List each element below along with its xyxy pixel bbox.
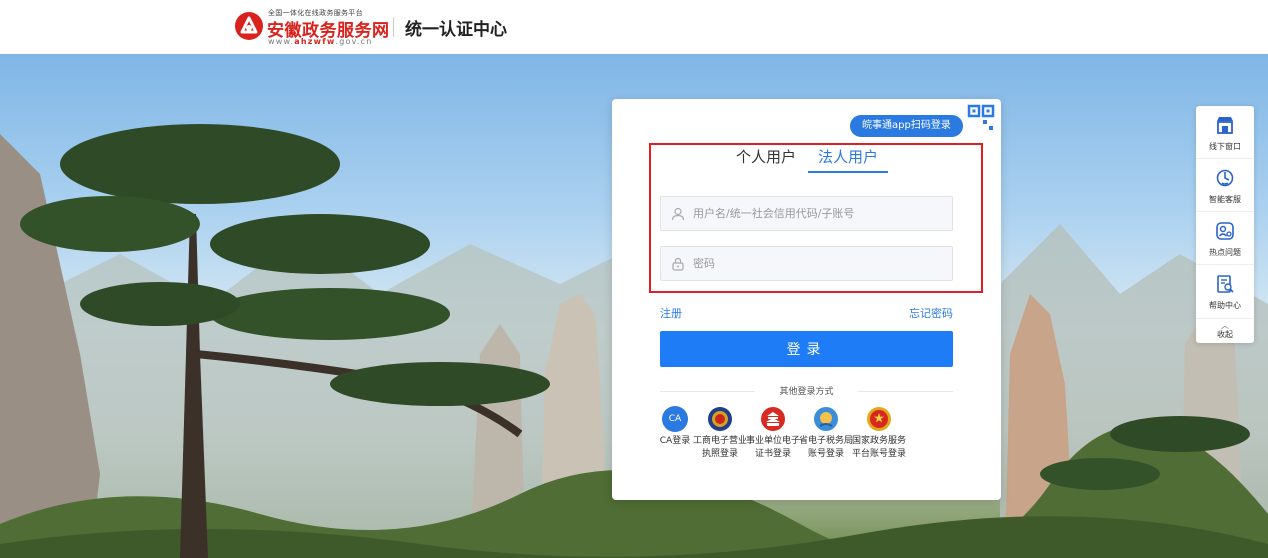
business-license-login-label: 工商电子营业执照登录 bbox=[692, 436, 747, 459]
header-divider bbox=[393, 17, 394, 37]
header: 全国一体化在线政务服务平台 安徽政务服务网 www.ahzwfw.gov.cn … bbox=[0, 0, 1268, 54]
emblem-icon bbox=[708, 407, 732, 431]
toolbar-smart-service[interactable]: 智能客服 bbox=[1196, 159, 1254, 212]
toolbar-offline-window[interactable]: 线下窗口 bbox=[1196, 106, 1254, 159]
login-card: 皖事通app扫码登录 个人用户 法人用户 注册 忘记密码 登录 其他登录方式 C… bbox=[612, 99, 1001, 500]
qr-login-button[interactable]: 皖事通app扫码登录 bbox=[850, 115, 963, 137]
collapse-label: 收起 bbox=[1217, 330, 1233, 339]
temple-icon bbox=[761, 407, 785, 431]
toolbar-collapse-button[interactable]: ︿ 收起 bbox=[1196, 318, 1254, 343]
help-doc-icon bbox=[1217, 275, 1234, 293]
robot-service-icon bbox=[1216, 169, 1234, 187]
user-icon bbox=[671, 207, 685, 221]
toolbar-label: 帮助中心 bbox=[1209, 301, 1241, 310]
login-button[interactable]: 登录 bbox=[660, 331, 953, 367]
national-emblem-icon bbox=[867, 407, 891, 431]
ca-icon: CA bbox=[662, 406, 688, 432]
tax-icon bbox=[814, 407, 838, 431]
register-link[interactable]: 注册 bbox=[660, 305, 682, 321]
toolbar-label: 热点问题 bbox=[1209, 248, 1241, 257]
business-license-login-option[interactable]: 工商电子营业执照登录 bbox=[692, 406, 748, 461]
other-login-methods-title: 其他登录方式 bbox=[660, 384, 953, 398]
user-type-tabs: 个人用户 法人用户 bbox=[612, 147, 1001, 177]
password-input[interactable] bbox=[693, 247, 943, 280]
chevron-up-icon: ︿ bbox=[1221, 321, 1229, 330]
institution-cert-login-label: 事业单位电子证书登录 bbox=[745, 436, 800, 459]
hot-question-icon bbox=[1216, 222, 1234, 240]
toolbar-label: 线下窗口 bbox=[1209, 142, 1241, 151]
toolbar-hot-questions[interactable]: 热点问题 bbox=[1196, 212, 1254, 265]
tax-bureau-login-option[interactable]: 省电子税务局账号登录 bbox=[798, 406, 854, 461]
lock-icon bbox=[672, 257, 684, 271]
forgot-password-link[interactable]: 忘记密码 bbox=[909, 305, 953, 321]
tax-bureau-login-label: 省电子税务局账号登录 bbox=[798, 436, 853, 459]
toolbar-label: 智能客服 bbox=[1209, 195, 1241, 204]
logo-url: www.ahzwfw.gov.cn bbox=[268, 37, 373, 46]
page-title: 统一认证中心 bbox=[405, 20, 507, 40]
storefront-icon bbox=[1217, 117, 1233, 134]
right-toolbar: 线下窗口 智能客服 热点问题 帮助中心 ︿ 收起 bbox=[1196, 106, 1254, 343]
toolbar-help-center[interactable]: 帮助中心 bbox=[1196, 265, 1254, 318]
qr-code-icon[interactable] bbox=[966, 103, 996, 133]
national-platform-login-label: 国家政务服务平台账号登录 bbox=[851, 436, 906, 459]
username-input[interactable] bbox=[693, 197, 943, 230]
national-platform-login-option[interactable]: 国家政务服务平台账号登录 bbox=[851, 406, 907, 461]
username-field bbox=[660, 196, 953, 231]
tab-personal-user[interactable]: 个人用户 bbox=[736, 147, 796, 175]
password-field bbox=[660, 246, 953, 281]
institution-cert-login-option[interactable]: 事业单位电子证书登录 bbox=[745, 406, 801, 461]
logo-mark-icon bbox=[235, 12, 263, 40]
site-logo[interactable]: 全国一体化在线政务服务平台 安徽政务服务网 www.ahzwfw.gov.cn bbox=[234, 8, 389, 46]
active-tab-indicator bbox=[808, 171, 888, 173]
